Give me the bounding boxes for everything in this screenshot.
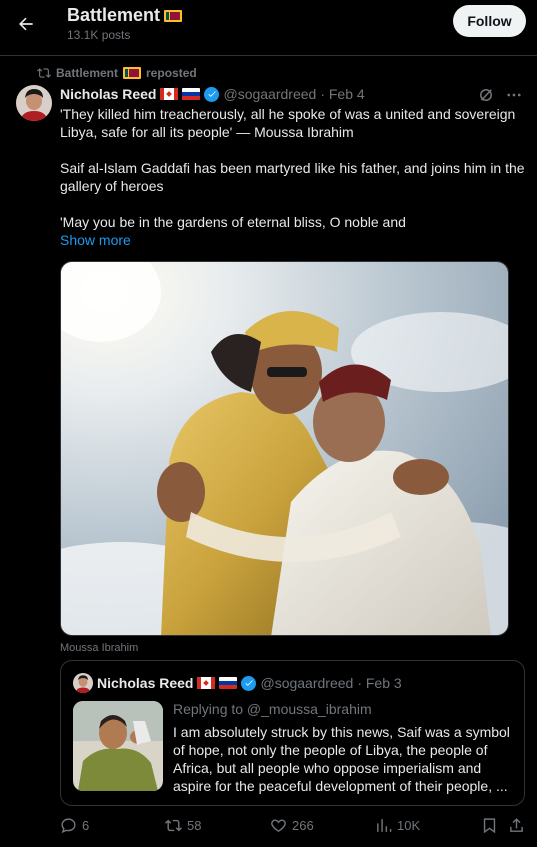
quoted-post[interactable]: Nicholas Reed @sogaardreed · Feb 3 Reply… xyxy=(60,660,525,806)
views-icon xyxy=(375,817,392,834)
back-button[interactable] xyxy=(12,10,40,38)
bookmark-button[interactable] xyxy=(481,817,498,834)
quote-author-handle: @sogaardreed xyxy=(260,675,354,691)
grok-icon[interactable] xyxy=(477,86,495,104)
author-handle[interactable]: @sogaardreed xyxy=(223,86,316,102)
canada-flag-icon xyxy=(160,88,179,100)
avatar[interactable] xyxy=(16,85,52,121)
canada-flag-icon xyxy=(197,677,216,689)
like-button[interactable]: 266 xyxy=(270,817,314,834)
post-paragraph: 'They killed him treacherously, all he s… xyxy=(60,106,516,140)
quote-author-name: Nicholas Reed xyxy=(97,675,194,691)
follow-button[interactable]: Follow xyxy=(453,5,526,37)
post-header: Nicholas Reed @sogaardreed · Feb 4 xyxy=(60,86,365,102)
like-icon xyxy=(270,817,287,834)
posts-count: 13.1K posts xyxy=(67,28,131,42)
russia-flag-icon xyxy=(219,677,238,689)
repost-icon xyxy=(37,66,51,80)
views-button[interactable]: 10K xyxy=(375,817,420,834)
post-paragraph: Saif al-Islam Gaddafi has been martyred … xyxy=(60,160,525,194)
share-icon xyxy=(508,817,525,834)
repost-button[interactable]: 58 xyxy=(165,817,201,834)
repost-user-link[interactable]: Battlement xyxy=(56,66,118,80)
profile-header: Battlement 13.1K posts Follow xyxy=(0,0,537,56)
russia-flag-icon xyxy=(182,88,201,100)
reply-count: 6 xyxy=(82,818,90,833)
reply-icon xyxy=(60,817,77,834)
quote-reply-context: Replying to @_moussa_ibrahim xyxy=(173,701,372,717)
quote-header: Nicholas Reed @sogaardreed · Feb 3 xyxy=(97,675,402,691)
arrow-left-icon xyxy=(16,14,36,34)
repost-label: reposted xyxy=(146,66,197,80)
reply-button[interactable]: 6 xyxy=(60,817,89,834)
quote-date: · Feb 3 xyxy=(357,675,402,691)
author-name[interactable]: Nicholas Reed xyxy=(60,86,156,102)
post-top-actions xyxy=(477,86,523,104)
bookmark-icon xyxy=(481,817,498,834)
views-count: 10K xyxy=(397,818,421,833)
post-text: 'They killed him treacherously, all he s… xyxy=(60,105,525,249)
more-icon[interactable] xyxy=(505,86,523,104)
like-count: 266 xyxy=(292,818,314,833)
repost-context: Battlement reposted xyxy=(37,66,197,80)
verified-badge-icon xyxy=(241,675,257,691)
repost-count: 58 xyxy=(187,818,202,833)
show-more-link[interactable]: Show more xyxy=(60,232,131,248)
quote-thumbnail xyxy=(73,701,163,791)
repost-icon xyxy=(165,817,182,834)
profile-name: Battlement xyxy=(67,5,183,26)
post-image[interactable] xyxy=(60,261,509,636)
profile-name-text: Battlement xyxy=(67,5,161,25)
post-paragraph: 'May you be in the gardens of eternal bl… xyxy=(60,214,406,230)
quote-text: I am absolutely struck by this news, Sai… xyxy=(173,724,510,794)
media-caption: Moussa Ibrahim xyxy=(60,642,139,654)
share-button[interactable] xyxy=(508,817,525,834)
sri-lanka-flag-icon xyxy=(123,67,142,79)
avatar xyxy=(73,673,93,693)
verified-badge-icon xyxy=(204,86,220,102)
post-date[interactable]: · Feb 4 xyxy=(320,86,364,102)
post-action-bar: 6 58 266 10K xyxy=(60,815,525,837)
sri-lanka-flag-icon xyxy=(164,9,183,22)
